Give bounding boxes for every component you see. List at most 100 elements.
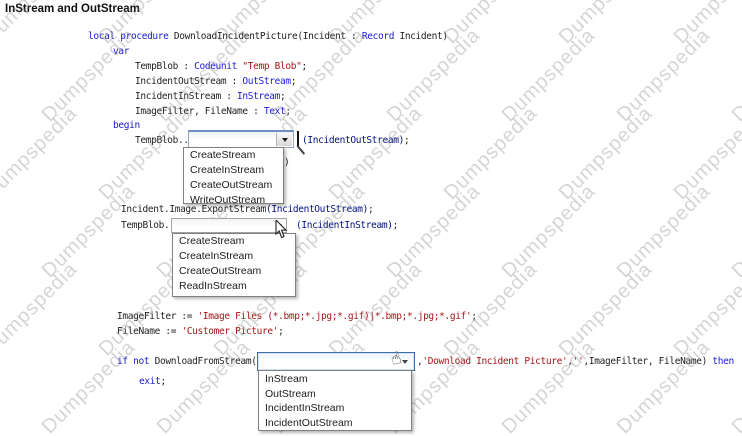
- watermark-text: Dumpspedia: [497, 24, 600, 127]
- dropdown-item[interactable]: IncidentOutStream: [259, 416, 411, 431]
- code-token: ,ImageFilter, FileName): [583, 356, 713, 367]
- code-line-tempblob-call-2-args: (IncidentInStream);: [296, 220, 398, 232]
- code-line-filename: FileName := 'Customer Picture';: [117, 326, 284, 338]
- code-token: then: [712, 356, 734, 367]
- code-line-tempblob-call-1: TempBlob..: [135, 135, 189, 147]
- watermark-text: Dumpspedia: [324, 258, 427, 361]
- code-token: Codeunit: [194, 61, 238, 72]
- code-token: 'Download Incident Picture': [422, 356, 568, 367]
- dropdown-item[interactable]: CreateInStream: [184, 164, 283, 179]
- watermark-text: Dumpspedia: [727, 180, 742, 283]
- code-line-if-download: if not DownloadFromStream(: [117, 356, 257, 368]
- code-token: Record: [361, 31, 395, 42]
- code-line-procedure: local procedure DownloadIncidentPicture(…: [88, 31, 448, 43]
- code-token: Text: [263, 106, 286, 117]
- code-token: Incident.Image.ExportStream: [121, 204, 266, 215]
- code-token: ;: [160, 376, 166, 387]
- code-token: (IncidentInStream): [296, 220, 393, 231]
- screenshot-root: Dumpspedia Dumpspedia Dumpspedia Dumpspedia…: [0, 0, 742, 436]
- code-token: local procedure: [88, 31, 174, 42]
- code-token: ImageFilter :=: [117, 311, 198, 322]
- code-token: DownloadIncidentPicture(Incident :: [173, 31, 362, 42]
- code-line-imagefilter: ImageFilter := 'Image Files (*.bmp;*.jpg…: [117, 311, 477, 323]
- watermark-text: Dumpspedia: [554, 102, 657, 205]
- stream-arg-dropdown: InStream OutStream IncidentInStream Inci…: [258, 370, 412, 431]
- code-line-exit: exit;: [139, 376, 166, 388]
- code-line-if-download-args: ,'Download Incident Picture','',ImageFil…: [417, 356, 734, 368]
- code-line-tempblob-call-2: TempBlob.: [121, 220, 170, 232]
- code-token: (IncidentOutStream): [265, 204, 369, 215]
- code-token: IncidentInStream :: [135, 91, 238, 102]
- code-token: ;: [471, 311, 477, 322]
- code-token: OutStream: [242, 76, 291, 87]
- dropdown-item[interactable]: OutStream: [259, 387, 411, 402]
- dropdown-arrow-icon: [281, 137, 288, 142]
- code-token: ;: [301, 61, 307, 72]
- watermark-text: Dumpspedia: [382, 180, 485, 283]
- code-token: (IncidentOutStream): [302, 135, 405, 146]
- watermark-text: Dumpspedia: [37, 336, 140, 436]
- watermark-text: Dumpspedia: [0, 102, 82, 205]
- watermark-text: Dumpspedia: [555, 0, 658, 49]
- code-token: InStream: [237, 91, 280, 102]
- code-line-outstream-decl: IncidentOutStream : OutStream;: [135, 76, 296, 88]
- code-token: ;: [278, 326, 284, 337]
- code-token: FileName :=: [117, 326, 182, 337]
- code-token: begin: [113, 120, 140, 131]
- watermark-text: Dumpspedia: [497, 180, 600, 283]
- code-line-var: var: [113, 46, 129, 58]
- dropdown-item[interactable]: CreateOutStream: [184, 179, 283, 194]
- code-line-exportstream: Incident.Image.ExportStream(IncidentOutS…: [121, 204, 374, 216]
- code-token: TempBlob.: [121, 220, 170, 231]
- code-token: var: [113, 46, 130, 57]
- watermark-text: Dumpspedia: [554, 258, 657, 361]
- code-token: TempBlob :: [135, 61, 195, 72]
- code-line-tempblob-decl: TempBlob : Codeunit "Temp Blob";: [135, 61, 307, 73]
- watermark-text: Dumpspedia: [612, 24, 715, 127]
- dropdown-item[interactable]: CreateInStream: [173, 250, 295, 265]
- code-token: '': [572, 356, 584, 367]
- code-line-instream-decl: IncidentInStream : InStream;: [135, 91, 286, 103]
- watermark-text: Dumpspedia: [669, 258, 742, 361]
- watermark-text: Dumpspedia: [670, 0, 742, 49]
- tempblob-method-combobox-2[interactable]: [171, 218, 287, 233]
- dropdown-item[interactable]: InStream: [259, 372, 411, 387]
- code-token: ;: [404, 135, 410, 146]
- code-token: ;: [280, 91, 286, 102]
- watermark-text: Dumpspedia: [439, 102, 542, 205]
- watermark-text: Dumpspedia: [439, 258, 542, 361]
- tempblob-method-combobox-1[interactable]: [188, 130, 294, 148]
- watermark-text: Dumpspedia: [497, 336, 600, 436]
- watermark-text: Dumpspedia: [440, 0, 543, 49]
- tempblob-method-dropdown-1: CreateStream CreateInStream CreateOutStr…: [183, 147, 284, 204]
- page-title: InStream and OutStream: [5, 3, 140, 15]
- dropdown-arrow-button[interactable]: [276, 133, 292, 146]
- code-token: "Temp Blob": [237, 61, 302, 72]
- watermark-text: Dumpspedia: [727, 24, 742, 127]
- code-token: 'Customer Picture': [181, 326, 279, 337]
- code-token: if not: [117, 356, 155, 367]
- watermark-text: Dumpspedia: [0, 258, 82, 361]
- dropdown-item[interactable]: CreateOutStream: [173, 265, 295, 280]
- code-line-begin: begin: [113, 120, 140, 132]
- code-token: Incident): [394, 31, 448, 42]
- dropdown-item[interactable]: ReadInStream: [173, 280, 295, 295]
- dropdown-item[interactable]: IncidentInStream: [259, 401, 411, 416]
- watermark-text: Dumpspedia: [324, 102, 427, 205]
- dropdown-item[interactable]: CreateStream: [184, 149, 283, 164]
- watermark-text: Dumpspedia: [152, 336, 255, 436]
- watermark-text: Dumpspedia: [669, 102, 742, 205]
- watermark-text: Dumpspedia: [612, 180, 715, 283]
- code-token: ;: [392, 220, 399, 231]
- code-line-text-decl: ImageFilter, FileName : Text;: [135, 106, 291, 118]
- code-token: 'Image Files (*.bmp;*.jpg;*.gif)|*.bmp;*…: [197, 311, 472, 322]
- code-token: ;: [285, 106, 291, 117]
- watermark-text: Dumpspedia: [612, 336, 715, 436]
- code-token: TempBlob..: [135, 135, 189, 146]
- code-token: ;: [368, 204, 374, 215]
- watermark-text: Dumpspedia: [727, 336, 742, 436]
- stray-paren-fragment: ): [284, 157, 290, 168]
- code-line-tempblob-call-1-args: (IncidentOutStream);: [302, 135, 410, 147]
- code-token: IncidentOutStream :: [135, 76, 243, 87]
- dropdown-item[interactable]: WriteOutStream: [184, 194, 283, 203]
